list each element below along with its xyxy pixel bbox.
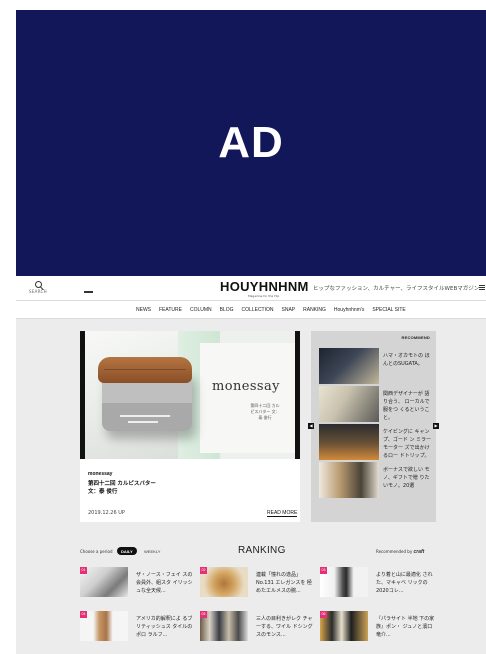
carousel-next-icon[interactable]: ▶ [433, 423, 439, 429]
recommend-thumbnail[interactable] [319, 424, 379, 460]
carousel-prev-icon[interactable]: ◀ [308, 423, 314, 429]
feature-image-subtitle: 第四十二回 カルピスバター 文：泰 俊行 [250, 403, 280, 420]
recommend-item-text[interactable]: ケイビングに キャンプ、ゴード ン ミラー モーター ズで出かけるロー ドトリッ… [383, 428, 433, 460]
nav-feature[interactable]: FEATURE [159, 307, 182, 313]
nav-blog[interactable]: BLOG [220, 307, 234, 313]
site-tagline: ヒップなファッション、カルチャー、ライフスタイルWEBマガジン [313, 286, 480, 292]
recommend-heading: RECOMMEND [401, 335, 430, 340]
search-label: SEARCH [29, 289, 47, 294]
website-screenshot: SEARCH HOUYHNHNM Magazine for the Hip ヒッ… [16, 276, 486, 654]
nav-column[interactable]: COLUMN [190, 307, 212, 313]
ranking-thumbnail[interactable] [200, 567, 248, 597]
main-nav: NEWS FEATURE COLUMN BLOG COLLECTION SNAP… [16, 300, 486, 319]
ranking-item[interactable]: 03 より着と山に最適化 された、マキャベ リックの2020コレ... [320, 567, 438, 601]
ad-banner[interactable]: AD [16, 10, 486, 276]
recommend-item[interactable]: ボーナスで欲しい モノ、ギフトで贈 りたいモノ。20選 [319, 462, 431, 498]
feature-image-title: monessay [212, 379, 280, 394]
ad-label: AD [218, 118, 284, 167]
ranking-item-text[interactable]: ザ・ノース・フェイ スの会員外、組スタ イリッシュな全天候... [136, 571, 196, 595]
ranking-item-text[interactable]: 『パラサイト 半地 下の家族』ポン・ ジュノと濱口竜介... [376, 615, 436, 639]
search-button[interactable]: SEARCH [26, 281, 50, 294]
recommend-thumbnail[interactable] [319, 386, 379, 422]
read-more-link[interactable]: READ MORE [267, 510, 298, 517]
period-label: Choose a period [80, 549, 113, 554]
divider [84, 291, 93, 293]
ranking-thumbnail[interactable] [320, 567, 368, 597]
site-header: SEARCH HOUYHNHNM Magazine for the Hip ヒッ… [16, 276, 486, 300]
rank-badge: 02 [200, 567, 207, 574]
rank-badge: 01 [80, 567, 87, 574]
nav-special-site[interactable]: SPECIAL SITE [372, 307, 405, 313]
search-icon [34, 281, 42, 288]
recommend-item-text[interactable]: ボーナスで欲しい モノ、ギフトで贈 りたいモノ。20選 [383, 466, 433, 490]
ranking-title: RANKING [238, 545, 286, 556]
feature-article-card[interactable]: monessay 第四十二回 カルピスバター 文：泰 俊行 monessay 第… [80, 331, 300, 522]
logo-subtitle: Magazine for the Hip [248, 294, 280, 298]
recommend-thumbnail[interactable] [319, 348, 379, 384]
nav-ranking[interactable]: RANKING [303, 307, 326, 313]
nav-news[interactable]: NEWS [136, 307, 151, 313]
hamburger-menu-icon[interactable] [479, 285, 485, 290]
daily-toggle[interactable]: DAILY [117, 547, 137, 555]
weekly-toggle[interactable]: WEEKLY [144, 549, 160, 554]
rank-badge: 03 [320, 567, 327, 574]
recommend-thumbnail[interactable] [319, 462, 379, 498]
ranking-thumbnail[interactable] [80, 567, 128, 597]
ranking-item-text[interactable]: アメリカ的解釈によ るブリティッシュス タイルのポロ ラルフ... [136, 615, 196, 639]
ranking-item[interactable]: 06 『パラサイト 半地 下の家族』ポン・ ジュノと濱口竜介... [320, 611, 438, 645]
ranking-item[interactable]: 05 三人の目利きがレク チャーする、ワイル ドシングスのモンス... [200, 611, 318, 645]
nav-collection[interactable]: COLLECTION [242, 307, 274, 313]
ranking-item-text[interactable]: 三人の目利きがレク チャーする、ワイル ドシングスのモンス... [256, 615, 316, 639]
recommend-item[interactable]: 関西デザイナーが 語り合う、 ローカルで服をつ くるということ。 [319, 386, 431, 422]
ranking-item-text[interactable]: 連載「憧れの逸品」 No.131 エレガンスを 極めたエルメスの腕... [256, 571, 316, 595]
rank-badge: 04 [80, 611, 87, 618]
feature-category: monessay [88, 471, 113, 477]
main-content: monessay 第四十二回 カルピスバター 文：泰 俊行 monessay 第… [16, 319, 486, 654]
nav-snap[interactable]: SNAP [282, 307, 296, 313]
recommend-panel: RECOMMEND ハマ・オカモトの ほんとのSUGATA。 関西デザイナーが … [311, 331, 436, 522]
recommended-by-label: Recommended by [376, 549, 413, 554]
ranking-thumbnail[interactable] [80, 611, 128, 641]
feature-image[interactable]: monessay 第四十二回 カルピスバター 文：泰 俊行 [80, 331, 300, 459]
ranking-thumbnail[interactable] [200, 611, 248, 641]
ranking-item[interactable]: 04 アメリカ的解釈によ るブリティッシュス タイルのポロ ラルフ... [80, 611, 198, 645]
ranking-item[interactable]: 02 連載「憧れの逸品」 No.131 エレガンスを 極めたエルメスの腕... [200, 567, 318, 601]
ranking-item-text[interactable]: より着と山に最適化 された、マキャベ リックの2020コレ... [376, 571, 436, 595]
rank-badge: 06 [320, 611, 327, 618]
ranking-thumbnail[interactable] [320, 611, 368, 641]
recommended-by: Recommended by craft [376, 549, 424, 555]
feature-title[interactable]: 第四十二回 カルピスバター [88, 479, 156, 487]
nav-houyhnhnms[interactable]: Houyhnhnm's [334, 307, 364, 313]
feature-date: 2019.12.26 UP [88, 510, 125, 516]
feature-author: 文：泰 俊行 [88, 489, 118, 495]
recommend-item[interactable]: ハマ・オカモトの ほんとのSUGATA。 [319, 348, 431, 384]
recommended-brand: craft [413, 549, 425, 555]
ranking-section: Choose a period DAILY WEEKLY RANKING Rec… [16, 522, 486, 654]
site-logo[interactable]: HOUYHNHNM [220, 279, 309, 294]
recommend-item-text[interactable]: ハマ・オカモトの ほんとのSUGATA。 [383, 352, 433, 368]
rank-badge: 05 [200, 611, 207, 618]
recommend-item-text[interactable]: 関西デザイナーが 語り合う、 ローカルで服をつ くるということ。 [383, 390, 433, 422]
ranking-item[interactable]: 01 ザ・ノース・フェイ スの会員外、組スタ イリッシュな全天候... [80, 567, 198, 601]
recommend-item[interactable]: ケイビングに キャンプ、ゴード ン ミラー モーター ズで出かけるロー ドトリッ… [319, 424, 431, 460]
